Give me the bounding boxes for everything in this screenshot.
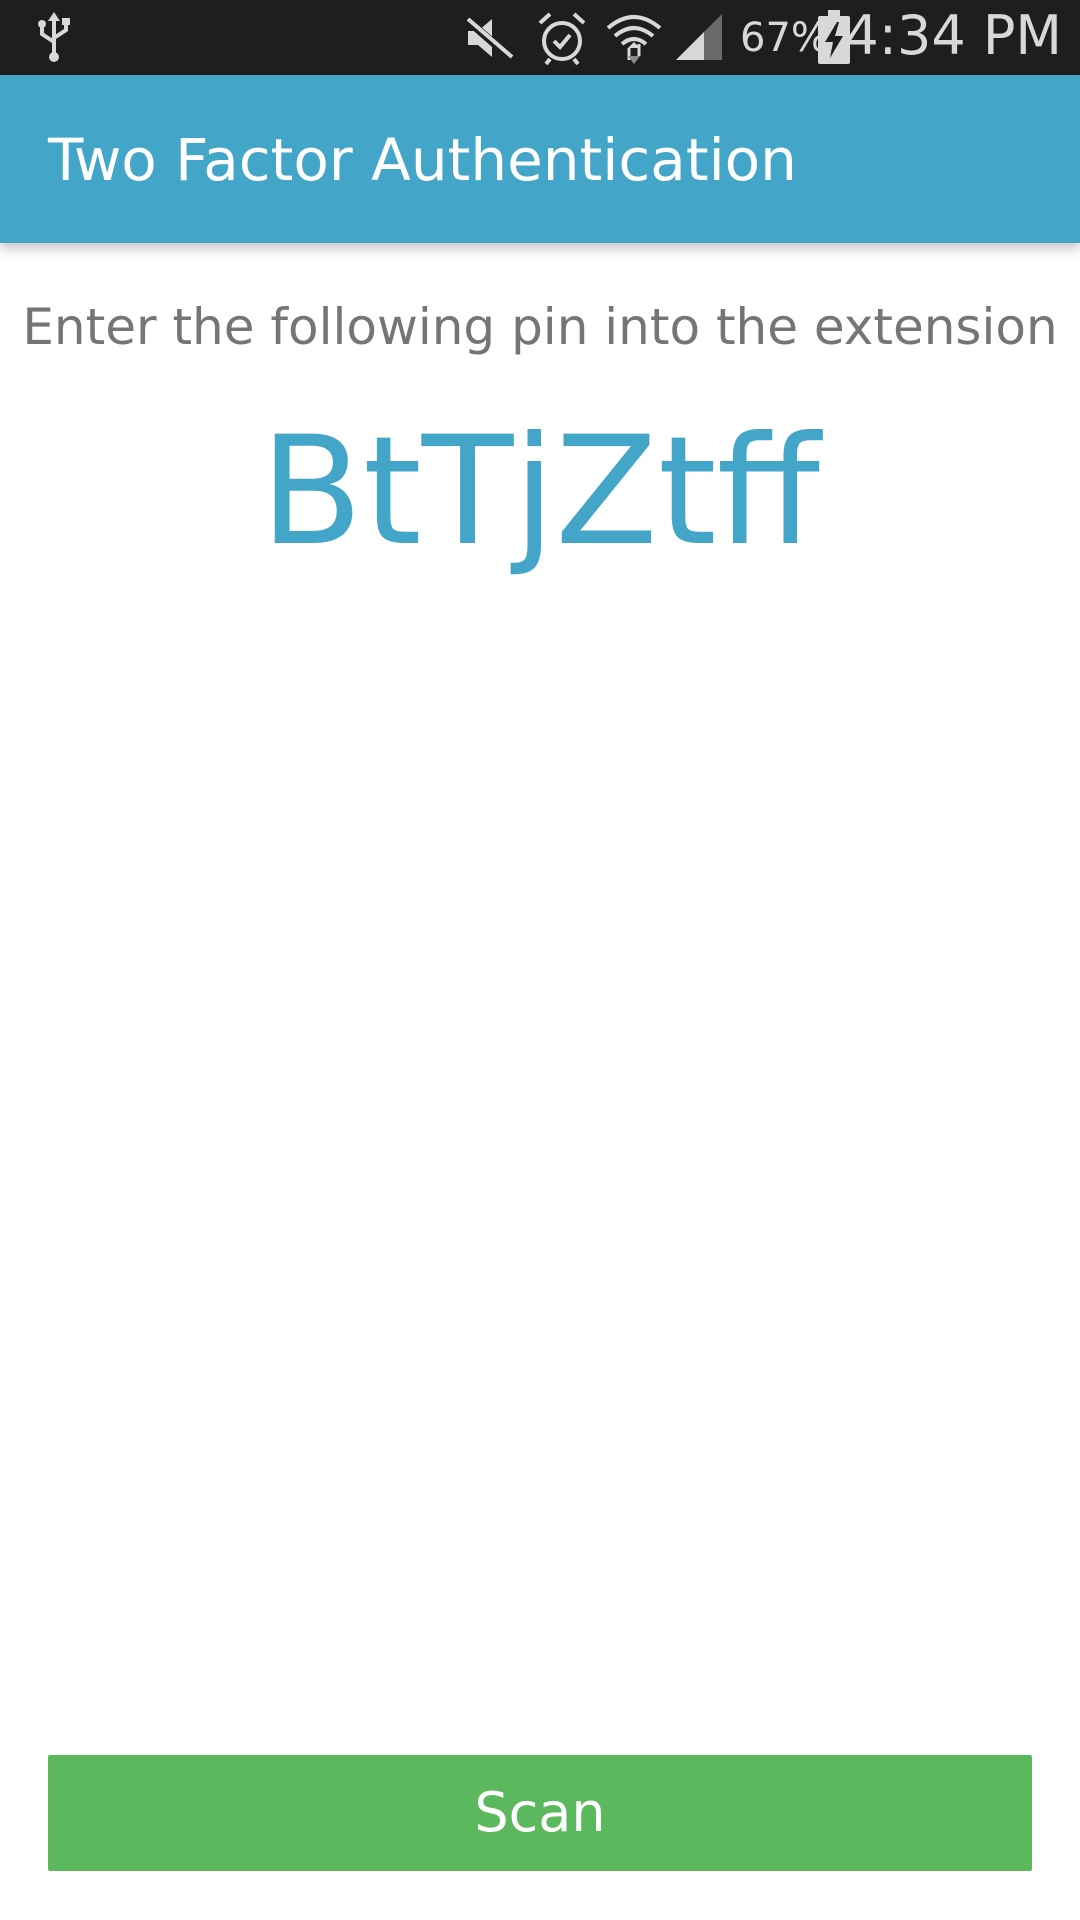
app-bar: Two Factor Authentication: [0, 75, 1080, 243]
pin-instruction: Enter the following pin into the extensi…: [22, 298, 1058, 356]
app-title: Two Factor Authentication: [48, 126, 797, 194]
pin-code: BtTjZtff: [260, 405, 820, 579]
vibrate-mute-icon: [463, 15, 515, 63]
alarm-icon: [538, 12, 586, 65]
battery-percent: 67%: [740, 15, 829, 61]
wifi-icon: [606, 15, 662, 64]
usb-icon: [38, 12, 70, 62]
scan-button[interactable]: Scan: [48, 1755, 1032, 1871]
status-bar: 67% 4:34 PM: [0, 0, 1080, 75]
cell-signal-icon: [676, 14, 722, 60]
status-time: 4:34 PM: [844, 4, 1062, 67]
